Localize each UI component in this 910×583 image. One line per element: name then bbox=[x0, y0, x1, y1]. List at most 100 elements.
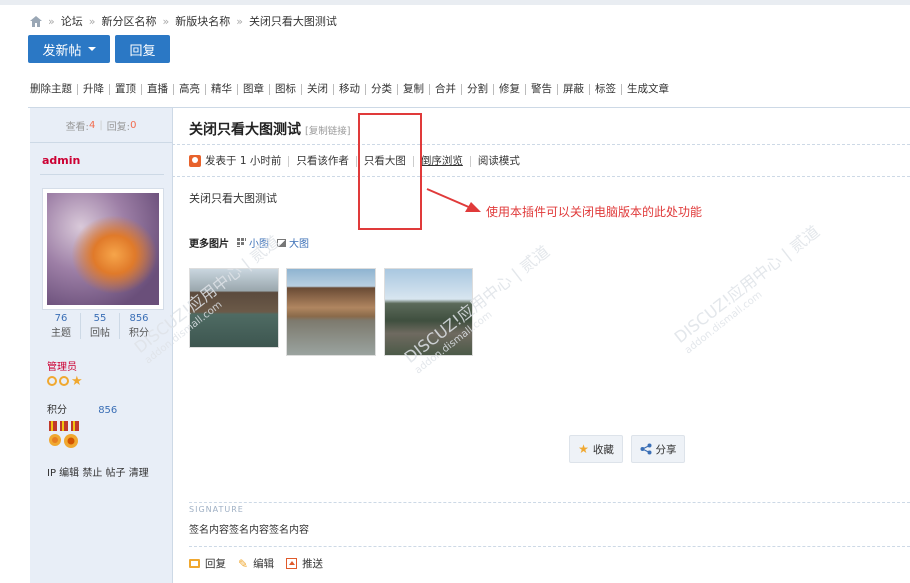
pencil-icon: ✎ bbox=[238, 556, 249, 571]
signature-label: SIGNATURE bbox=[189, 505, 244, 514]
push-action[interactable]: 推送 bbox=[286, 556, 323, 571]
mod-repair[interactable]: 修复 bbox=[493, 84, 525, 95]
breadcrumb: » 论坛 » 新分区名称 » 新版块名称 » 关闭只看大图测试 bbox=[30, 13, 337, 29]
replies-label: 回复: bbox=[106, 121, 131, 133]
watermark: DISCUZ!应用中心 | 贰道 addon.dismall.com bbox=[668, 219, 830, 357]
only-author-link[interactable]: 只看该作者 bbox=[288, 155, 356, 167]
avatar[interactable] bbox=[42, 188, 164, 310]
mod-generate-article[interactable]: 生成文章 bbox=[621, 84, 674, 95]
copy-link[interactable]: [复制链接] bbox=[305, 126, 350, 137]
user-stat-threads[interactable]: 76 主题 bbox=[42, 313, 81, 339]
ring-icon bbox=[59, 376, 69, 386]
divider bbox=[40, 174, 164, 175]
breadcrumb-separator: » bbox=[48, 14, 55, 28]
arrow-icon bbox=[426, 188, 481, 212]
favorite-label: 收藏 bbox=[592, 443, 614, 456]
new-post-button[interactable]: 发新帖 bbox=[28, 35, 110, 63]
moderation-bar: 删除主题 升降 置顶 直播 高亮 精华 图章 图标 关闭 移动 分类 复制 合并… bbox=[30, 84, 674, 95]
thread-title-text: 关闭只看大图测试 bbox=[189, 122, 301, 138]
favorite-button[interactable]: ★ 收藏 bbox=[569, 435, 623, 463]
ring-icon bbox=[47, 376, 57, 386]
stat-value: 55 bbox=[93, 313, 107, 324]
post-actions: 回复 ✎ 编辑 推送 bbox=[189, 556, 323, 571]
share-button[interactable]: 分享 bbox=[631, 435, 685, 463]
breadcrumb-item-board[interactable]: 新版块名称 bbox=[175, 13, 230, 29]
mod-ban[interactable]: 屏蔽 bbox=[557, 84, 589, 95]
mod-highlight[interactable]: 高亮 bbox=[173, 84, 205, 95]
medal-icon[interactable] bbox=[47, 421, 81, 451]
mod-sticky[interactable]: 置顶 bbox=[109, 84, 141, 95]
post-time: 发表于 1 小时前 bbox=[189, 155, 288, 167]
breadcrumb-separator: » bbox=[162, 14, 170, 28]
mod-icon[interactable]: 图标 bbox=[269, 84, 301, 95]
mod-bump[interactable]: 升降 bbox=[77, 84, 109, 95]
signature-text: 签名内容签名内容签名内容 bbox=[189, 525, 309, 536]
mod-split[interactable]: 分割 bbox=[461, 84, 493, 95]
star-icon: ★ bbox=[578, 442, 589, 456]
push-icon bbox=[286, 558, 298, 569]
stat-label: 主题 bbox=[51, 328, 71, 339]
more-images-label: 更多图片 bbox=[189, 239, 229, 250]
chevron-down-icon bbox=[87, 47, 96, 51]
divider bbox=[172, 176, 910, 177]
user-group[interactable]: 管理员 bbox=[47, 358, 77, 373]
mod-merge[interactable]: 合并 bbox=[429, 84, 461, 95]
views-count: 4 bbox=[88, 119, 96, 131]
mod-move[interactable]: 移动 bbox=[333, 84, 365, 95]
mod-stamp[interactable]: 图章 bbox=[237, 84, 269, 95]
reply-button[interactable]: 回复 bbox=[115, 35, 170, 63]
points-label: 积分 bbox=[47, 405, 67, 416]
watermark-sub: addon.dismall.com bbox=[682, 289, 765, 357]
stat-label: 回帖 bbox=[90, 328, 110, 339]
share-icon bbox=[640, 443, 651, 455]
highlight-box bbox=[358, 113, 422, 230]
thread-stats: 查看: 4 | 回复: 0 bbox=[30, 108, 172, 143]
points-value: 856 bbox=[98, 405, 118, 416]
reply-action[interactable]: 回复 bbox=[189, 556, 226, 571]
mod-tag[interactable]: 标签 bbox=[589, 84, 621, 95]
mod-close[interactable]: 关闭 bbox=[301, 84, 333, 95]
breadcrumb-item-section[interactable]: 新分区名称 bbox=[101, 13, 156, 29]
admin-links[interactable]: IP 编辑 禁止 帖子 清理 bbox=[47, 464, 149, 479]
image-thumbnail[interactable] bbox=[286, 268, 376, 356]
share-label: 分享 bbox=[655, 443, 677, 456]
mod-digest[interactable]: 精华 bbox=[205, 84, 237, 95]
divider bbox=[189, 502, 910, 503]
large-view-label: 大图 bbox=[289, 239, 309, 250]
breadcrumb-item-thread[interactable]: 关闭只看大图测试 bbox=[249, 13, 337, 29]
mod-copy[interactable]: 复制 bbox=[397, 84, 429, 95]
edit-action[interactable]: ✎ 编辑 bbox=[238, 556, 274, 571]
points-row: 积分 856 bbox=[47, 401, 117, 416]
watermark-main: DISCUZ!应用中心 | 贰道 bbox=[670, 221, 824, 347]
reading-mode-link[interactable]: 阅读模式 bbox=[469, 155, 527, 167]
top-strip bbox=[0, 0, 910, 5]
mod-category[interactable]: 分类 bbox=[365, 84, 397, 95]
author-name[interactable]: admin bbox=[42, 154, 80, 167]
mod-live[interactable]: 直播 bbox=[141, 84, 173, 95]
breadcrumb-separator: » bbox=[88, 14, 96, 28]
post-author-icon bbox=[189, 155, 201, 167]
post-time-text: 发表于 1 小时前 bbox=[205, 154, 282, 167]
divider bbox=[189, 546, 910, 547]
divider bbox=[172, 144, 910, 145]
grid-icon bbox=[237, 238, 246, 247]
thread-title: 关闭只看大图测试 [复制链接] bbox=[189, 119, 350, 139]
avatar-image bbox=[47, 193, 159, 305]
user-stat-replies[interactable]: 55 回帖 bbox=[81, 313, 120, 339]
edit-action-label: 编辑 bbox=[253, 558, 275, 570]
push-action-label: 推送 bbox=[302, 558, 324, 570]
views-label: 查看: bbox=[65, 121, 89, 133]
reply-action-label: 回复 bbox=[205, 558, 226, 570]
annotation-text: 使用本插件可以关闭电脑版本的此处功能 bbox=[486, 205, 703, 219]
stat-value: 76 bbox=[54, 313, 68, 324]
star-icon: ★ bbox=[71, 374, 83, 389]
rank-stars: ★ bbox=[47, 375, 83, 388]
mod-delete-thread[interactable]: 删除主题 bbox=[30, 84, 77, 95]
new-post-label: 发新帖 bbox=[42, 43, 82, 59]
home-icon[interactable] bbox=[30, 15, 42, 27]
reply-label: 回复 bbox=[129, 43, 156, 59]
breadcrumb-item-forum[interactable]: 论坛 bbox=[61, 13, 83, 29]
reply-icon bbox=[189, 559, 200, 568]
breadcrumb-separator: » bbox=[236, 14, 243, 28]
mod-warn[interactable]: 警告 bbox=[525, 84, 557, 95]
